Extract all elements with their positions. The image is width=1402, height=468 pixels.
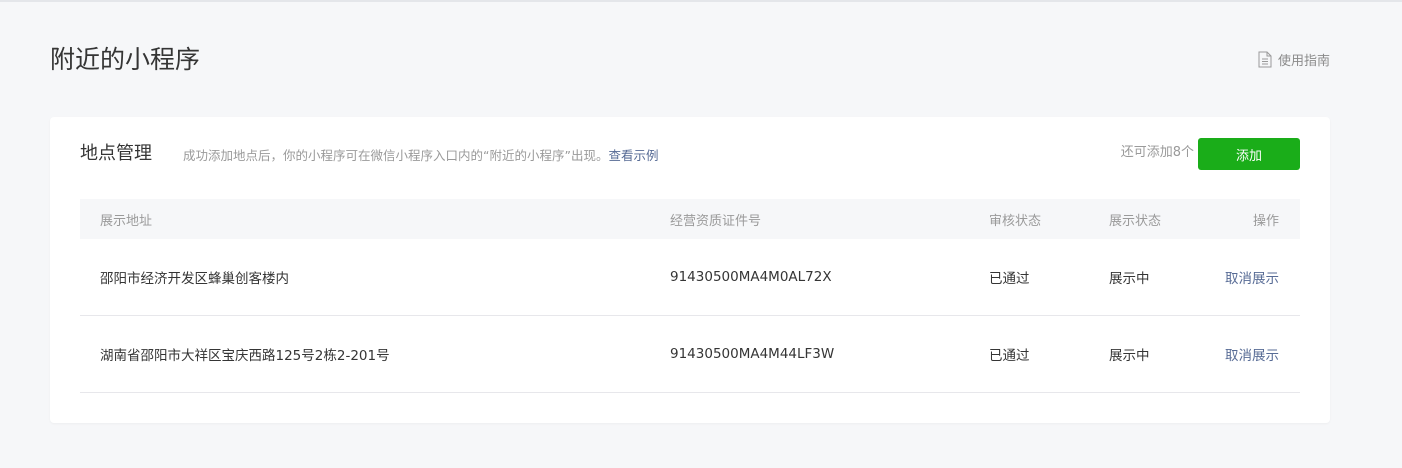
cancel-display-link[interactable]: 取消展示: [1225, 267, 1279, 287]
card-description: 成功添加地点后，你的小程序可在微信小程序入口内的“附近的小程序”出现。查看示例: [183, 147, 658, 165]
row-display-status: 展示中: [1109, 271, 1150, 287]
header-license: 经营资质证件号: [670, 213, 762, 229]
row-address: 湖南省邵阳市大祥区宝庆西路125号2栋2-201号: [100, 348, 390, 364]
page-header: 附近的小程序 使用指南: [50, 42, 1330, 82]
location-management-card: 地点管理 成功添加地点后，你的小程序可在微信小程序入口内的“附近的小程序”出现。…: [50, 117, 1330, 423]
description-text: 成功添加地点后，你的小程序可在微信小程序入口内的“附近的小程序”出现。: [183, 148, 609, 163]
row-action: 取消展示: [1225, 316, 1279, 392]
row-license: 91430500MA4M0AL72X: [670, 269, 832, 285]
row-action: 取消展示: [1225, 239, 1279, 315]
row-review-status: 已通过: [989, 271, 1030, 287]
top-divider: [0, 0, 1402, 2]
quota-text: 还可添加8个: [1120, 145, 1194, 160]
table-row: 湖南省邵阳市大祥区宝庆西路125号2栋2-201号 91430500MA4M44…: [80, 316, 1300, 393]
row-license: 91430500MA4M44LF3W: [670, 346, 835, 362]
table-header: 展示地址 经营资质证件号 审核状态 展示状态 操作: [80, 199, 1300, 239]
view-example-link[interactable]: 查看示例: [608, 148, 658, 163]
location-table: 展示地址 经营资质证件号 审核状态 展示状态 操作 邵阳市经济开发区蜂巢创客楼内…: [80, 199, 1300, 393]
guide-link[interactable]: 使用指南: [1258, 50, 1330, 69]
page-title: 附近的小程序: [50, 45, 201, 74]
guide-label: 使用指南: [1277, 54, 1330, 69]
header-display-status: 展示状态: [1109, 213, 1162, 229]
header-address: 展示地址: [100, 213, 153, 229]
document-icon: [1258, 51, 1272, 68]
card-title: 地点管理: [80, 143, 152, 164]
row-review-status: 已通过: [989, 348, 1030, 364]
cancel-display-link[interactable]: 取消展示: [1225, 344, 1279, 364]
add-location-button[interactable]: 添加: [1198, 138, 1300, 170]
table-row: 邵阳市经济开发区蜂巢创客楼内 91430500MA4M0AL72X 已通过 展示…: [80, 239, 1300, 316]
row-address: 邵阳市经济开发区蜂巢创客楼内: [100, 271, 289, 287]
card-header: 地点管理 成功添加地点后，你的小程序可在微信小程序入口内的“附近的小程序”出现。…: [80, 137, 1300, 171]
row-display-status: 展示中: [1109, 348, 1150, 364]
header-review-status: 审核状态: [989, 213, 1042, 229]
header-action: 操作: [1252, 213, 1279, 229]
